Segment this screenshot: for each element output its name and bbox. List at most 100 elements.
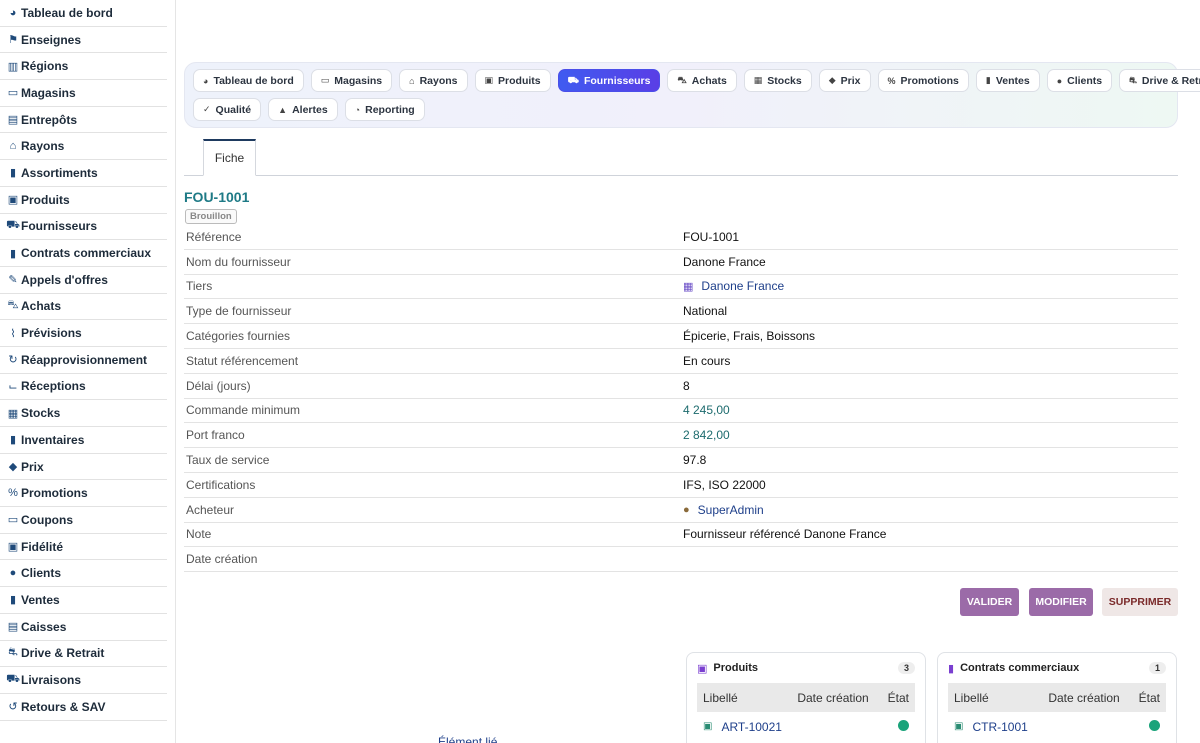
sidebar-item[interactable]: % Promotions: [0, 480, 167, 508]
dolly-icon: ⛟: [567, 74, 579, 85]
module-tab-label: Fournisseurs: [583, 74, 651, 87]
count-badge: 3: [897, 662, 915, 674]
card-table: Libellé Date création État ▣ ART-10021: [697, 683, 915, 741]
tab-fiche[interactable]: Fiche: [203, 139, 256, 176]
field-row: Note Fournisseur référencé Danone France: [184, 523, 1178, 548]
sidebar-item-label: Stocks: [21, 406, 61, 421]
sidebar-item-label: Produits: [21, 192, 70, 207]
module-tab-label: Alertes: [292, 103, 328, 116]
row-link[interactable]: ▣ ART-10021: [703, 720, 880, 734]
sidebar-item[interactable]: ● Clients: [0, 560, 167, 588]
sidebar-item[interactable]: ▤ Caisses: [0, 614, 167, 641]
module-tab-label: Achats: [691, 74, 727, 87]
module-tab[interactable]: % Promotions: [877, 69, 969, 92]
receipt-icon: ▮: [985, 75, 991, 85]
sidebar-item[interactable]: ⚑ Enseignes: [0, 27, 167, 54]
sidebar-item[interactable]: ▭ Coupons: [0, 507, 167, 534]
module-tab[interactable]: ▣ Produits: [474, 69, 551, 92]
record-fields: Référence FOU-1001 Nom du fournisseur Danon…: [184, 225, 1178, 573]
status-ok-dot: [898, 719, 909, 731]
field-value: IFS, ISO 22000: [683, 478, 766, 492]
linked-element-link[interactable]: Élément lié: [438, 735, 497, 743]
field-row: Date création: [184, 547, 1178, 573]
sidebar-item[interactable]: ⛟ Fournisseurs: [0, 214, 167, 241]
cart-icon: ⛍: [7, 299, 19, 312]
sidebar-item[interactable]: ⛍ Achats: [0, 294, 167, 321]
field-row: Tiers ▦ Danone France: [184, 275, 1178, 300]
warehouse-icon: ▤: [7, 114, 19, 127]
module-tab[interactable]: ◔ Reporting: [344, 98, 425, 121]
sidebar-item[interactable]: ▣ Fidélité: [0, 534, 167, 561]
table-row[interactable]: ▣ CTR-1001: [948, 712, 1166, 741]
dolly-icon: ⛟: [6, 219, 20, 232]
card-title: Produits: [713, 662, 759, 674]
row-link[interactable]: ▣ CTR-1001: [954, 720, 1131, 734]
table-row[interactable]: ▣ ART-10021: [697, 712, 915, 741]
column-header[interactable]: État: [1131, 691, 1160, 705]
sidebar-item[interactable]: ◆ Prix: [0, 454, 167, 481]
sidebar-item[interactable]: ⌂ Rayons: [0, 133, 167, 161]
field-value: 97.8: [683, 453, 706, 467]
sidebar-item[interactable]: ▮ Assortiments: [0, 160, 167, 187]
sidebar-item[interactable]: ▮ Inventaires: [0, 427, 167, 454]
column-header[interactable]: Libellé: [703, 691, 797, 705]
sidebar-item[interactable]: ▣ Produits: [0, 187, 167, 214]
status-badge: Brouillon: [185, 209, 237, 224]
module-tab[interactable]: ▮ Ventes: [975, 69, 1040, 92]
gauge-icon: ◕: [9, 6, 17, 19]
field-value-text: Danone France: [701, 279, 785, 294]
field-label: Nom du fournisseur: [186, 254, 291, 269]
sidebar-item[interactable]: ▦ Stocks: [0, 400, 167, 427]
field-value: 8: [683, 379, 690, 393]
sidebar-item[interactable]: ▮ Ventes: [0, 587, 167, 614]
chart-line-icon: ⌇: [10, 327, 16, 340]
table-header: Libellé Date création État: [697, 683, 915, 712]
module-tab[interactable]: ▦ Stocks: [743, 69, 812, 92]
field-label: Type de fournisseur: [186, 304, 292, 319]
sidebar-item[interactable]: ↺ Retours & SAV: [0, 694, 167, 721]
column-header[interactable]: État: [880, 691, 909, 705]
basket-icon: ⌂: [409, 75, 415, 86]
module-tab[interactable]: ⛟ Fournisseurs: [557, 69, 661, 92]
validate-button[interactable]: VALIDER: [960, 588, 1019, 616]
clipboard-icon: ▮: [9, 434, 17, 447]
sidebar-item[interactable]: ⌙ Réceptions: [0, 374, 167, 401]
sidebar-item[interactable]: ▭ Magasins: [0, 80, 167, 107]
sidebar-item[interactable]: ◕ Tableau de bord: [0, 0, 167, 27]
module-tab[interactable]: ⛍ Achats: [667, 69, 737, 92]
sidebar-item[interactable]: ⛟ Livraisons: [0, 667, 167, 694]
module-tab[interactable]: ◆ Prix: [818, 69, 871, 92]
sidebar-item[interactable]: ↻ Réapprovisionnement: [0, 347, 167, 374]
sidebar-item-label: Achats: [21, 299, 62, 314]
module-tab[interactable]: ◕ Tableau de bord: [193, 69, 304, 92]
sidebar-item-label: Contrats commerciaux: [21, 246, 152, 261]
sidebar-item[interactable]: ▮ Contrats commerciaux: [0, 240, 167, 267]
delete-button[interactable]: SUPPRIMER: [1102, 588, 1178, 616]
tag-icon: ◆: [828, 75, 836, 85]
module-tab[interactable]: ⌂ Rayons: [399, 69, 468, 92]
box-icon: ▣: [7, 194, 19, 207]
field-value[interactable]: ▦ Danone France: [683, 279, 784, 293]
sidebar-item[interactable]: ⛐ Drive & Retrait: [0, 641, 167, 668]
sidebar-item[interactable]: ▤ Entrepôts: [0, 107, 167, 134]
module-tab[interactable]: ⛐ Drive & Retrait: [1119, 69, 1200, 92]
sidebar-item[interactable]: ▥ Régions: [0, 53, 167, 81]
module-tab[interactable]: ▲ Alertes: [268, 98, 338, 121]
field-label: Catégories fournies: [186, 329, 291, 344]
edit-button[interactable]: MODIFIER: [1029, 588, 1093, 616]
module-menu: ◕ Tableau de bord ▭ Magasins ⌂ Rayons ▣ Produit…: [184, 62, 1200, 128]
field-value[interactable]: ● SuperAdmin: [683, 503, 764, 517]
field-label: Délai (jours): [186, 378, 251, 393]
sidebar-item[interactable]: ✎ Appels d'offres: [0, 267, 167, 294]
user-icon: ●: [1056, 75, 1063, 86]
column-header[interactable]: Libellé: [954, 691, 1048, 705]
car-icon: ⛐: [1129, 74, 1137, 85]
sidebar-item[interactable]: ⌇ Prévisions: [0, 320, 167, 347]
row-label: CTR-1001: [972, 719, 1028, 734]
column-header[interactable]: Date création: [797, 691, 880, 705]
module-tab[interactable]: ● Clients: [1046, 69, 1113, 92]
module-tab[interactable]: ✓ Qualité: [193, 98, 262, 121]
column-header[interactable]: Date création: [1048, 691, 1131, 705]
module-tab[interactable]: ▭ Magasins: [310, 69, 393, 92]
sidebar-item-label: Assortiments: [21, 165, 98, 180]
